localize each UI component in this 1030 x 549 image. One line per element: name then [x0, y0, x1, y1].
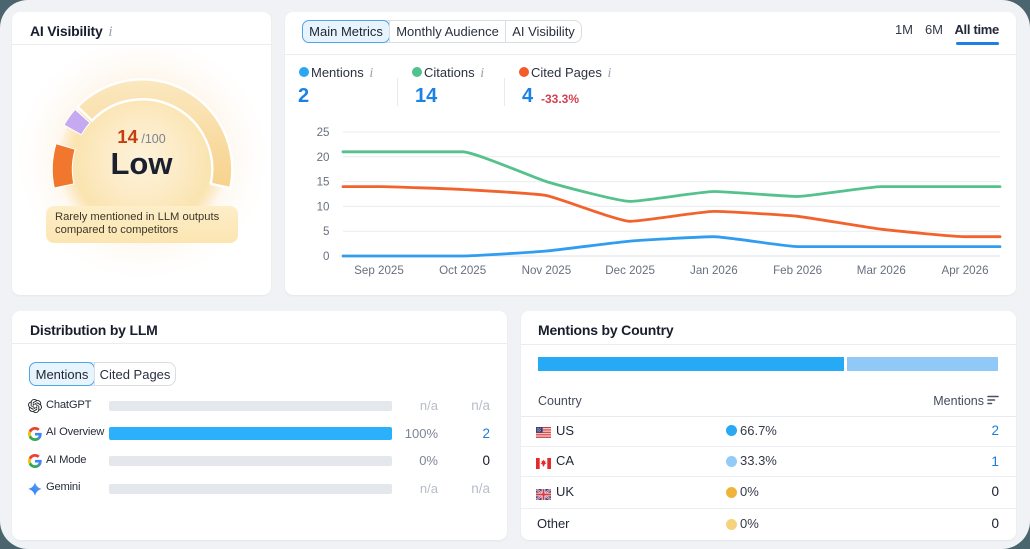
svg-text:Feb 2026: Feb 2026 [773, 264, 822, 277]
svg-text:25: 25 [317, 126, 330, 139]
svg-text:Mar 2026: Mar 2026 [857, 264, 906, 277]
svg-text:10: 10 [317, 200, 330, 213]
svg-text:Apr 2026: Apr 2026 [941, 264, 988, 277]
svg-text:Oct 2025: Oct 2025 [439, 264, 486, 277]
svg-text:15: 15 [317, 176, 330, 189]
svg-text:Jan 2026: Jan 2026 [690, 264, 738, 277]
svg-text:20: 20 [317, 151, 330, 164]
svg-text:Sep 2025: Sep 2025 [354, 264, 404, 277]
svg-text:0: 0 [323, 250, 329, 263]
svg-text:Nov 2025: Nov 2025 [522, 264, 572, 277]
svg-text:5: 5 [323, 225, 329, 238]
svg-text:Dec 2025: Dec 2025 [605, 264, 655, 277]
